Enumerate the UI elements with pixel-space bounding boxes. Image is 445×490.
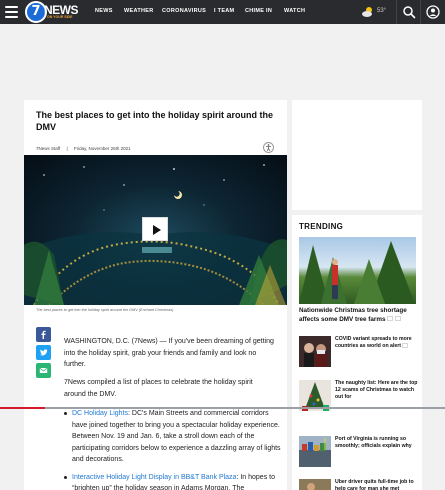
article-headline: The best places to get into the holiday … — [36, 110, 274, 132]
facebook-share-button[interactable] — [36, 327, 51, 342]
article-paragraph: WASHINGTON, D.C. (7News) — If you've bee… — [64, 338, 274, 368]
play-button[interactable] — [142, 217, 168, 241]
trending-item[interactable]: Uber driver quits full-time job to help … — [299, 479, 419, 490]
facebook-icon — [41, 330, 46, 339]
trending-thumbnail — [299, 336, 331, 367]
logo-tagline: ON YOUR SIDE — [47, 15, 73, 19]
weather-temperature: 53° — [377, 8, 387, 14]
weather-widget[interactable]: 53° — [361, 6, 401, 18]
trending-heading: TRENDING — [299, 222, 344, 231]
list-item: DC Holiday Lights: DC's Main Streets and… — [64, 408, 284, 466]
site-logo[interactable]: 7 NEWS ON YOUR SIDE — [25, 1, 79, 23]
trending-item[interactable]: Port of Virginia is running so smoothly;… — [299, 436, 419, 470]
accessibility-icon[interactable] — [263, 142, 274, 153]
place-description: : DC's Main Streets and commercial corri… — [72, 410, 281, 463]
place-link[interactable]: Interactive Holiday Light Display in BB&… — [72, 474, 236, 481]
nav-item-weather[interactable]: WEATHER — [124, 8, 154, 14]
account-icon[interactable] — [426, 5, 440, 19]
nav-item-chime-in[interactable]: CHIME IN — [245, 8, 272, 14]
email-icon — [39, 367, 48, 373]
video-indicator-icon — [402, 343, 409, 348]
article-card: The best places to get into the holiday … — [24, 100, 287, 490]
nav-item-coronavirus[interactable]: CORONAVIRUS — [162, 8, 206, 14]
trending-hero-image[interactable] — [299, 237, 416, 304]
byline-separator: | — [66, 146, 68, 151]
nav-divider — [420, 0, 421, 24]
search-icon[interactable] — [402, 5, 416, 19]
advertisement-slot — [292, 100, 422, 210]
twitter-share-button[interactable] — [36, 345, 51, 360]
trending-hero-headline[interactable]: Nationwide Christmas tree shortage affec… — [299, 307, 419, 324]
byline-author[interactable]: 7News Staff — [36, 146, 60, 151]
trending-item-headline: COVID variant spreads to more countries … — [335, 336, 412, 349]
image-caption: The best places to get into the holiday … — [36, 308, 174, 312]
reading-progress-fill — [0, 407, 45, 409]
twitter-icon — [39, 349, 48, 356]
list-item: Interactive Holiday Light Display in BB&… — [64, 472, 284, 490]
article-byline: 7News Staff | Friday, November 26th 2021 — [36, 146, 131, 151]
trending-item-headline: Uber driver quits full-time job to help … — [335, 479, 414, 490]
email-share-button[interactable] — [36, 363, 51, 378]
places-list: DC Holiday Lights: DC's Main Streets and… — [64, 408, 284, 490]
nav-item-watch[interactable]: WATCH — [284, 8, 305, 14]
hamburger-menu-icon[interactable] — [5, 6, 18, 18]
byline-date: Friday, November 26th 2021 — [73, 146, 131, 151]
nav-divider — [396, 0, 397, 24]
trending-item[interactable]: COVID variant spreads to more countries … — [299, 336, 419, 370]
trending-item-headline: Port of Virginia is running so smoothly;… — [335, 436, 412, 449]
partly-cloudy-icon — [362, 7, 372, 17]
nav-item-news[interactable]: NEWS — [95, 8, 113, 14]
trending-panel: TRENDING Nationwide Christmas tree short… — [292, 215, 422, 490]
video-player[interactable] — [24, 155, 287, 305]
reading-progress-bar — [0, 407, 445, 409]
trending-item-headline: The naughty list: Here are the top 12 sc… — [335, 380, 418, 400]
article-paragraph: 7News compiled a list of places to celeb… — [64, 379, 253, 398]
nav-item-i-team[interactable]: I TEAM — [214, 8, 234, 14]
video-indicator-icon — [387, 316, 402, 322]
place-link[interactable]: DC Holiday Lights — [72, 410, 128, 417]
play-icon — [153, 225, 161, 235]
christmas-tree-farm-image — [299, 241, 415, 304]
trending-thumbnail — [299, 436, 331, 467]
top-nav-bar: 7 NEWS ON YOUR SIDE NEWS WEATHER CORONAV… — [0, 0, 445, 24]
trending-thumbnail — [299, 479, 331, 490]
